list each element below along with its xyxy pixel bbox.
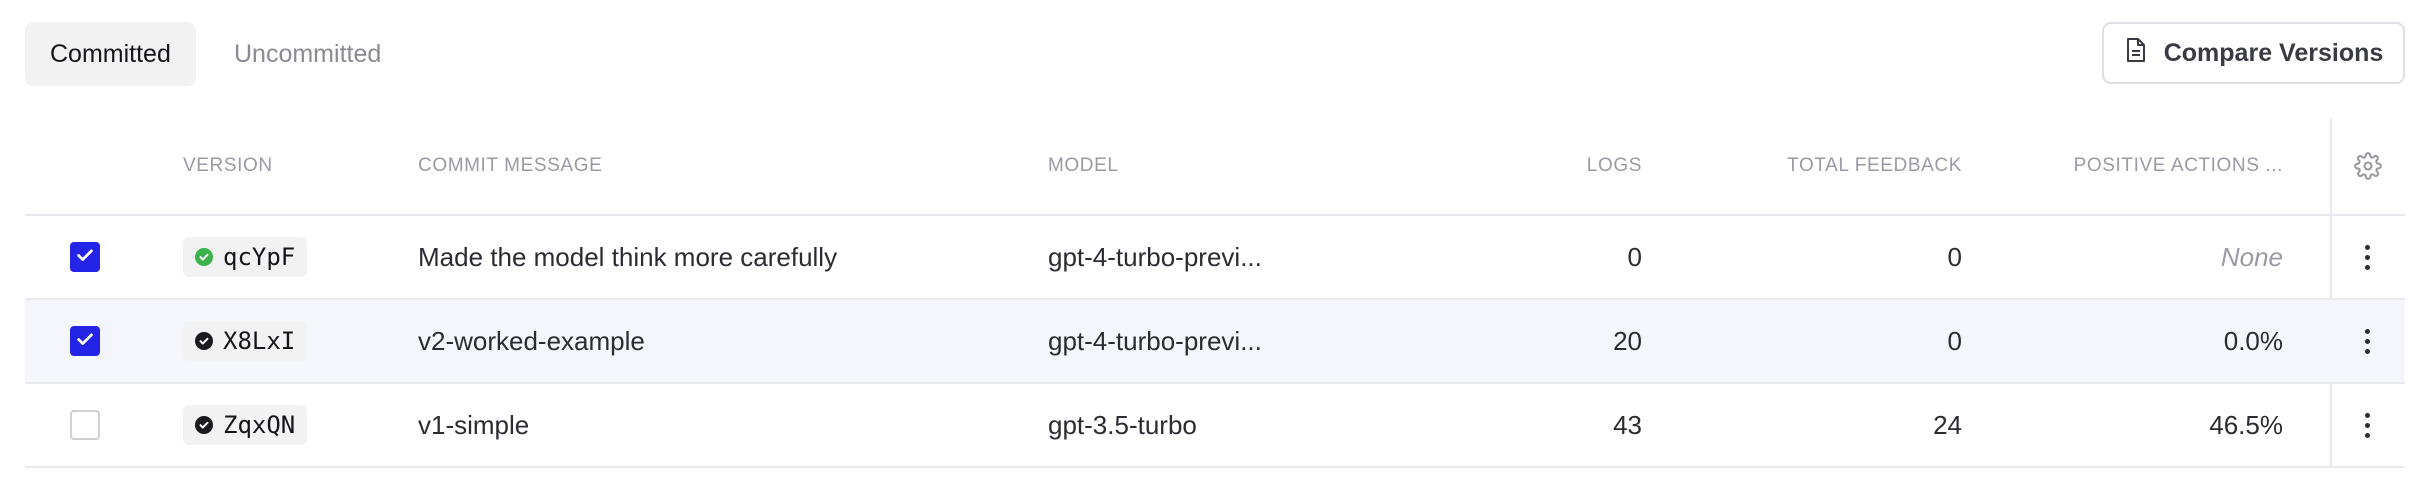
- row-menu-cell: [2330, 384, 2405, 466]
- version-id: ZqxQN: [223, 411, 296, 439]
- row-select-cell: [70, 216, 100, 298]
- commit-message: Made the model think more carefully: [418, 241, 838, 272]
- row-select-cell: [70, 300, 100, 382]
- tab-uncommitted[interactable]: Uncommitted: [209, 22, 406, 86]
- more-options-icon[interactable]: [2365, 328, 2370, 354]
- version-badge[interactable]: ZqxQN: [183, 405, 308, 445]
- tab-committed[interactable]: Committed: [25, 22, 196, 86]
- version-id: qcYpF: [223, 243, 296, 271]
- table-row[interactable]: qcYpF Made the model think more carefully…: [25, 216, 2405, 300]
- row-select-cell: [70, 384, 100, 466]
- model-name: gpt-3.5-turbo: [1048, 409, 1197, 440]
- version-badge[interactable]: qcYpF: [183, 237, 308, 277]
- table-row[interactable]: X8LxI v2-worked-example gpt-4-turbo-previ.…: [25, 300, 2405, 384]
- version-badge[interactable]: X8LxI: [183, 321, 308, 361]
- commit-message: v2-worked-example: [418, 325, 645, 356]
- checkmark-icon: [74, 328, 96, 355]
- model-name: gpt-4-turbo-previ...: [1048, 241, 1262, 272]
- check-circle-icon: [195, 332, 213, 350]
- toolbar: Committed Uncommitted Compare Versions: [25, 22, 2405, 86]
- header-positive-actions[interactable]: POSITIVE ACTIONS ...: [1985, 118, 2283, 214]
- row-menu-cell: [2330, 300, 2405, 382]
- commit-message: v1-simple: [418, 409, 530, 440]
- table-row[interactable]: ZqxQN v1-simple gpt-3.5-turbo 43 24 46.5%: [25, 384, 2405, 468]
- header-logs[interactable]: LOGS: [1425, 118, 1642, 214]
- document-icon: [2124, 37, 2148, 70]
- logs-count: 20: [1613, 325, 1642, 356]
- positive-actions: 46.5%: [2209, 409, 2283, 440]
- row-menu-cell: [2330, 216, 2405, 298]
- table-header: VERSION COMMIT MESSAGE MODEL LOGS TOTAL …: [25, 118, 2405, 216]
- header-model[interactable]: MODEL: [1048, 118, 1119, 214]
- header-total-feedback[interactable]: TOTAL FEEDBACK: [1665, 118, 1962, 214]
- model-name: gpt-4-turbo-previ...: [1048, 325, 1262, 356]
- positive-actions: 0.0%: [2223, 325, 2283, 356]
- more-options-icon[interactable]: [2365, 244, 2370, 270]
- logs-count: 0: [1627, 241, 1642, 272]
- positive-actions: None: [2220, 241, 2283, 272]
- checkmark-icon: [74, 244, 96, 271]
- row-checkbox[interactable]: [70, 326, 100, 356]
- version-cell: ZqxQN: [183, 384, 308, 466]
- check-circle-icon: [195, 416, 213, 434]
- total-feedback: 0: [1947, 325, 1962, 356]
- version-cell: qcYpF: [183, 216, 308, 298]
- version-id: X8LxI: [223, 327, 296, 355]
- compare-versions-label: Compare Versions: [2163, 38, 2384, 67]
- total-feedback: 24: [1933, 409, 1962, 440]
- logs-count: 43: [1613, 409, 1642, 440]
- row-checkbox[interactable]: [70, 410, 100, 440]
- compare-versions-button[interactable]: Compare Versions: [2102, 22, 2405, 84]
- version-cell: X8LxI: [183, 300, 308, 382]
- check-circle-icon: [195, 248, 213, 266]
- row-checkbox[interactable]: [70, 242, 100, 272]
- more-options-icon[interactable]: [2365, 412, 2370, 438]
- gear-icon[interactable]: [2330, 118, 2405, 214]
- header-version[interactable]: VERSION: [183, 118, 273, 214]
- header-commit-message[interactable]: COMMIT MESSAGE: [418, 118, 602, 214]
- total-feedback: 0: [1947, 241, 1962, 272]
